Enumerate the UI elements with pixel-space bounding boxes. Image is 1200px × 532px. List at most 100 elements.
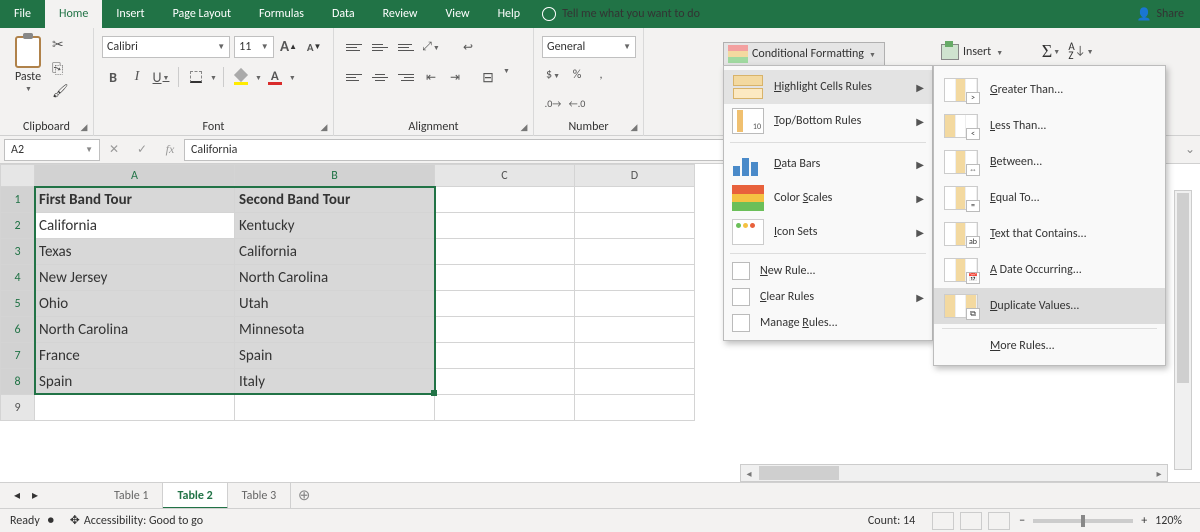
cell-A3[interactable]: Texas [35,239,235,265]
menu-between[interactable]: ⇔Between... [934,144,1165,180]
menu-highlight-cells-rules[interactable]: Highlight Cells Rules▶ [724,70,932,104]
increase-decimal-button[interactable]: .0→ [542,92,564,114]
zoom-out-button[interactable]: − [1019,514,1025,528]
cell-A8[interactable]: Spain [35,369,235,395]
zoom-level[interactable]: 120% [1155,514,1182,528]
row-header-5[interactable]: 5 [1,291,35,317]
col-header-D[interactable]: D [575,165,695,187]
insert-cells-button[interactable]: Insert ▼ [934,40,1010,64]
tab-formulas[interactable]: Formulas [245,0,318,28]
row-header-8[interactable]: 8 [1,369,35,395]
tab-home[interactable]: Home [45,0,102,28]
col-header-B[interactable]: B [235,165,435,187]
increase-indent-button[interactable]: ⇥ [444,66,466,88]
fill-dropdown[interactable]: ▼ [255,73,262,82]
page-layout-view-button[interactable] [960,512,982,530]
cell-D4[interactable] [575,265,695,291]
cell-B7[interactable]: Spain [235,343,435,369]
font-color-button[interactable]: A [264,66,286,88]
menu-icon-sets[interactable]: Icon Sets▶ [724,215,932,249]
tab-page-layout[interactable]: Page Layout [159,0,245,28]
cell-A7[interactable]: France [35,343,235,369]
accounting-format-button[interactable]: $▼ [542,64,564,86]
tell-me[interactable]: Tell me what you want to do [542,7,700,21]
cell-A9[interactable] [35,395,235,421]
cell-B6[interactable]: Minnesota [235,317,435,343]
comma-format-button[interactable]: , [590,64,612,86]
decrease-indent-button[interactable]: ⇤ [420,66,442,88]
autosum-button[interactable]: Σ▼ [1040,40,1062,62]
font-name-combo[interactable]: Calibri▼ [102,36,230,58]
zoom-slider[interactable] [1033,519,1133,523]
row-header-1[interactable]: 1 [1,187,35,213]
increase-font-button[interactable]: A▲ [278,36,300,58]
cell-C8[interactable] [435,369,575,395]
align-middle-button[interactable] [368,36,392,58]
sheet-tab-table2[interactable]: Table 2 [163,483,227,509]
accessibility-status[interactable]: ✥Accessibility: Good to go [70,513,203,528]
paste-button[interactable]: Paste ▼ [8,36,48,93]
percent-format-button[interactable]: % [566,64,588,86]
cell-B5[interactable]: Utah [235,291,435,317]
merge-dropdown[interactable]: ▼ [503,66,510,88]
cell-A4[interactable]: New Jersey [35,265,235,291]
menu-date-occurring[interactable]: 📅A Date Occurring... [934,252,1165,288]
fill-color-button[interactable] [230,66,252,88]
menu-text-contains[interactable]: abText that Contains... [934,216,1165,252]
cell-C6[interactable] [435,317,575,343]
align-bottom-button[interactable] [394,36,418,58]
number-format-combo[interactable]: General▼ [542,36,636,58]
align-left-button[interactable] [342,66,366,88]
align-right-button[interactable] [394,66,418,88]
cell-A2[interactable]: California [35,213,235,239]
cell-D2[interactable] [575,213,695,239]
menu-greater-than[interactable]: >Greater Than... [934,72,1165,108]
menu-equal-to[interactable]: =Equal To... [934,180,1165,216]
cell-C3[interactable] [435,239,575,265]
menu-clear-rules[interactable]: Clear Rules▶ [724,284,932,310]
menu-data-bars[interactable]: Data Bars▶ [724,147,932,181]
cell-D1[interactable] [575,187,695,213]
cell-B3[interactable]: California [235,239,435,265]
page-break-view-button[interactable] [988,512,1010,530]
copy-button[interactable] [52,60,70,78]
status-macro-icon[interactable]: ⏺ [48,514,54,528]
col-header-A[interactable]: A [35,165,235,187]
cell-A5[interactable]: Ohio [35,291,235,317]
clipboard-launcher[interactable]: ◢ [79,122,89,132]
cell-D6[interactable] [575,317,695,343]
number-launcher[interactable]: ◢ [629,122,639,132]
cell-C9[interactable] [435,395,575,421]
row-header-7[interactable]: 7 [1,343,35,369]
sheet-tab-table1[interactable]: Table 1 [100,483,163,509]
cell-C1[interactable] [435,187,575,213]
tab-insert[interactable]: Insert [102,0,158,28]
fx-icon[interactable]: fx [156,142,184,157]
font-launcher[interactable]: ◢ [319,122,329,132]
sort-filter-button[interactable]: AZ↓▼ [1070,40,1092,62]
menu-less-than[interactable]: <Less Than... [934,108,1165,144]
cut-button[interactable] [52,36,70,54]
cell-D3[interactable] [575,239,695,265]
cell-D5[interactable] [575,291,695,317]
merge-button[interactable] [476,66,500,88]
alignment-launcher[interactable]: ◢ [519,122,529,132]
row-header-9[interactable]: 9 [1,395,35,421]
tab-data[interactable]: Data [318,0,369,28]
scrollbar-thumb[interactable] [759,466,839,480]
tab-file[interactable]: File [0,0,45,28]
format-painter-button[interactable] [52,84,70,102]
orientation-button[interactable]: ⤢▼ [420,36,442,58]
cell-D7[interactable] [575,343,695,369]
cell-B4[interactable]: North Carolina [235,265,435,291]
cancel-formula-button[interactable]: ✕ [100,142,128,157]
cell-D9[interactable] [575,395,695,421]
conditional-formatting-button[interactable]: Conditional Formatting ▼ [723,42,885,66]
cell-C4[interactable] [435,265,575,291]
cell-C5[interactable] [435,291,575,317]
name-box[interactable]: A2▼ [4,139,100,161]
bold-button[interactable]: B [102,66,124,88]
menu-top-bottom-rules[interactable]: Top/Bottom Rules▶ [724,104,932,138]
sheet-tab-table3[interactable]: Table 3 [228,483,291,509]
cell-C2[interactable] [435,213,575,239]
